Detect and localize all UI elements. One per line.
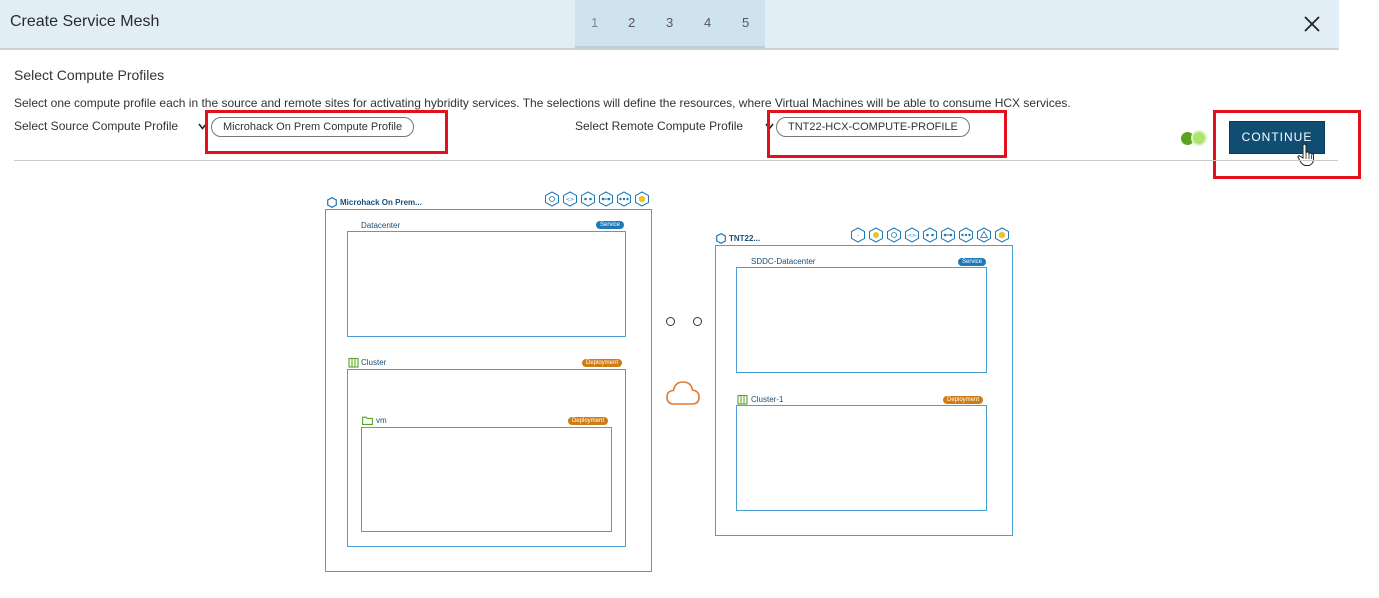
step-1[interactable]: 1 [591,15,598,30]
remote-cluster-badge: Deployment [943,396,984,404]
svg-text:<>: <> [908,233,916,239]
step-4[interactable]: 4 [704,15,711,30]
step-3[interactable]: 3 [666,15,673,30]
remote-highlight-box [767,110,1007,158]
service-icon [977,227,991,243]
step-2[interactable]: 2 [628,15,635,30]
service-icon: -- [851,227,865,243]
source-datacenter-box [347,231,626,337]
service-icon [599,191,613,207]
remote-datacenter-badge: Service [958,258,987,266]
source-highlight-box [205,110,448,154]
section-description: Select one compute profile each in the s… [14,96,1071,110]
service-icon [617,191,631,207]
source-folder-name: vm [376,416,387,425]
source-folder-badge: Deployment [568,417,609,425]
step-5[interactable]: 5 [742,15,749,30]
wizard-steps-underline [575,46,765,49]
remote-profile-label: Select Remote Compute Profile [575,119,744,133]
source-service-icons: <> [544,191,650,207]
dialog-title: Create Service Mesh [10,13,160,30]
source-datacenter-badge: Service [596,221,625,229]
service-icon [995,227,1009,243]
service-icon: <> [905,227,919,243]
status-toggle[interactable] [1181,130,1213,146]
service-icon [959,227,973,243]
service-icon [545,191,559,207]
folder-icon [362,416,373,425]
service-icon [887,227,901,243]
service-icon [941,227,955,243]
source-cluster-badge: Deployment [582,359,623,367]
remote-datacenter-name: SDDC-Datacenter [751,257,816,266]
source-datacenter-name: Datacenter [361,221,401,230]
status-dot-active [1191,130,1207,146]
svg-text:<>: <> [566,197,574,203]
service-icon [581,191,595,207]
source-folder-box [361,427,612,532]
remote-site-name: TNT22... [729,234,761,243]
remote-cluster-name: Cluster-1 [751,395,784,404]
source-cluster-name: Cluster [361,358,387,367]
hand-cursor-icon [1297,143,1314,166]
service-icon [635,191,649,207]
service-icon: <> [563,191,577,207]
source-profile-label: Select Source Compute Profile [14,119,179,133]
source-site-name: Microhack On Prem... [340,198,422,207]
cluster-icon [348,357,359,368]
section-divider [14,160,1338,161]
create-service-mesh-dialog: Create Service Mesh 1 2 3 4 5 Select Com… [0,0,1379,598]
remote-datacenter-box [736,267,987,373]
site-icon [716,233,726,244]
remote-service-icons: -- <> [850,227,1010,243]
close-icon[interactable] [1302,14,1322,34]
section-title: Select Compute Profiles [14,67,165,83]
remote-cluster-box [736,405,987,511]
cluster-icon [737,394,748,405]
service-icon [869,227,883,243]
connection-node [666,317,675,326]
cloud-icon [666,381,700,405]
site-icon [327,197,337,208]
service-icon [923,227,937,243]
connection-node [693,317,702,326]
